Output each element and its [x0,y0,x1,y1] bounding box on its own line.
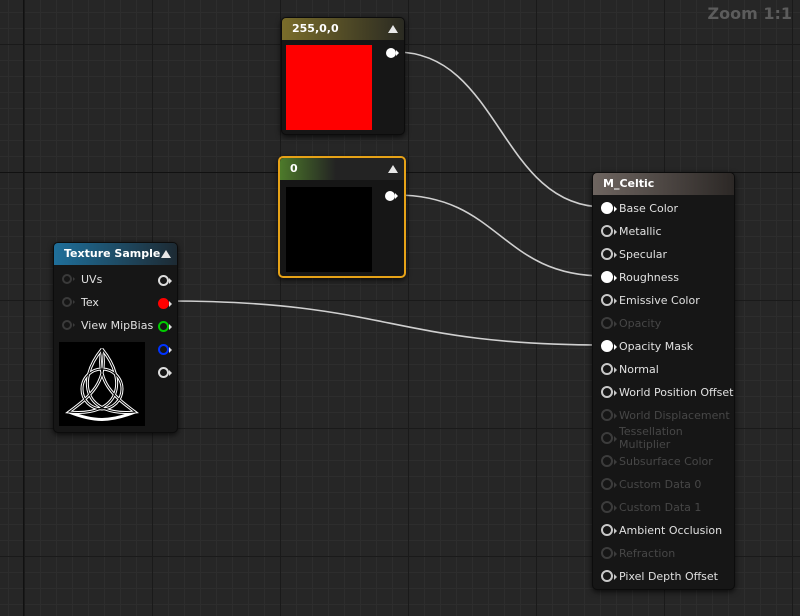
uvs-input-pin[interactable] [62,274,75,284]
wire-texture-red-to-opacity-mask [167,300,605,346]
celtic-knot-icon [65,348,139,421]
constant-scalar-node-title: 0 [290,162,298,175]
material-input-pixel-depth-offset[interactable]: Pixel Depth Offset [601,566,718,586]
tessellation-multiplier-input-pin [601,432,617,444]
material-input-specular[interactable]: Specular [601,244,667,264]
blue-output-pin[interactable] [158,344,172,355]
custom-data-0-input-pin [601,478,617,490]
material-result-node[interactable]: M_Celtic Base Color Metallic Specular Rough… [592,172,735,590]
subsurface-color-input-pin [601,455,617,467]
emissive-color-label: Emissive Color [619,293,700,307]
material-graph-canvas[interactable]: Zoom 1:1 255,0,0 0 Texture Sample UVs Te… [0,0,800,616]
rgb-output-pin[interactable] [158,275,172,286]
texture-sample-node[interactable]: Texture Sample UVs Tex View MipBias [53,242,178,433]
specular-input-pin[interactable] [601,248,617,260]
tessellation-multiplier-label: Tessellation Multiplier [619,425,683,451]
tex-input-pin[interactable] [62,297,75,307]
material-input-refraction: Refraction [601,543,675,563]
constant-scalar-node[interactable]: 0 [278,156,406,278]
material-input-tessellation-multiplier: Tessellation Multiplier [601,425,734,451]
metallic-input-pin[interactable] [601,225,617,237]
material-input-metallic[interactable]: Metallic [601,221,662,241]
texture-sample-node-header[interactable]: Texture Sample [54,243,177,265]
green-output-pin[interactable] [158,321,172,332]
material-input-custom-data-1: Custom Data 1 [601,497,701,517]
material-input-world-position-offset[interactable]: World Position Offset [601,382,733,402]
texture-sample-node-title: Texture Sample [64,247,161,260]
view-mipbias-input-pin[interactable] [62,320,75,330]
refraction-label: Refraction [619,546,676,560]
normal-input-pin[interactable] [601,363,617,375]
collapse-arrow-icon[interactable] [161,250,171,258]
opacity-mask-label: Opacity Mask [619,339,694,353]
material-input-base-color[interactable]: Base Color [601,198,678,218]
texture-input-tex[interactable]: Tex [62,292,99,312]
material-input-normal[interactable]: Normal [601,359,659,379]
opacity-mask-input-pin[interactable] [601,340,617,352]
wire-color-to-base-color [395,51,605,208]
ambient-occlusion-input-pin[interactable] [601,524,617,536]
graph-origin-vertical-line [23,0,24,616]
custom-data-0-label: Custom Data 0 [619,477,702,491]
material-result-node-title: M_Celtic [603,177,655,190]
custom-data-1-label: Custom Data 1 [619,500,702,514]
world-position-offset-label: World Position Offset [619,385,734,399]
ambient-occlusion-label: Ambient Occlusion [619,523,723,537]
material-input-world-displacement: World Displacement [601,405,730,425]
opacity-label: Opacity [619,316,662,330]
constant-color-node-title: 255,0,0 [292,22,339,35]
view-mipbias-label: View MipBias [81,318,154,332]
texture-input-uvs[interactable]: UVs [62,269,102,289]
base-color-input-pin[interactable] [601,202,617,214]
material-input-opacity-mask[interactable]: Opacity Mask [601,336,693,356]
world-displacement-input-pin [601,409,617,421]
emissive-color-input-pin[interactable] [601,294,617,306]
base-color-label: Base Color [619,201,679,215]
pixel-depth-offset-input-pin[interactable] [601,570,617,582]
wire-scalar-to-roughness [395,194,605,277]
material-input-roughness[interactable]: Roughness [601,267,679,287]
uvs-label: UVs [81,272,103,286]
color-output-pin[interactable] [386,48,399,58]
red-output-pin[interactable] [158,298,172,309]
material-input-subsurface-color: Subsurface Color [601,451,713,471]
normal-label: Normal [619,362,659,376]
subsurface-color-label: Subsurface Color [619,454,713,468]
texture-preview [59,342,145,426]
world-position-offset-input-pin[interactable] [601,386,617,398]
collapse-arrow-icon[interactable] [388,25,398,33]
constant-color-node[interactable]: 255,0,0 [281,17,405,135]
world-displacement-label: World Displacement [619,408,730,422]
color-preview-swatch [286,45,372,130]
constant-color-node-header[interactable]: 255,0,0 [282,18,404,40]
tex-label: Tex [81,295,99,309]
zoom-level-label: Zoom 1:1 [707,4,793,23]
material-input-emissive-color[interactable]: Emissive Color [601,290,700,310]
scalar-output-pin[interactable] [385,191,398,201]
opacity-input-pin [601,317,617,329]
material-input-custom-data-0: Custom Data 0 [601,474,701,494]
metallic-label: Metallic [619,224,662,238]
custom-data-1-input-pin [601,501,617,513]
collapse-arrow-icon[interactable] [388,165,398,173]
pixel-depth-offset-label: Pixel Depth Offset [619,569,718,583]
specular-label: Specular [619,247,668,261]
texture-input-view-mipbias[interactable]: View MipBias [62,315,153,335]
material-input-ambient-occlusion[interactable]: Ambient Occlusion [601,520,722,540]
alpha-output-pin[interactable] [158,367,172,378]
roughness-input-pin[interactable] [601,271,617,283]
material-result-node-header[interactable]: M_Celtic [593,173,734,195]
roughness-label: Roughness [619,270,680,284]
material-input-opacity: Opacity [601,313,661,333]
refraction-input-pin [601,547,617,559]
scalar-preview-swatch [286,187,372,272]
constant-scalar-node-header[interactable]: 0 [280,158,404,180]
